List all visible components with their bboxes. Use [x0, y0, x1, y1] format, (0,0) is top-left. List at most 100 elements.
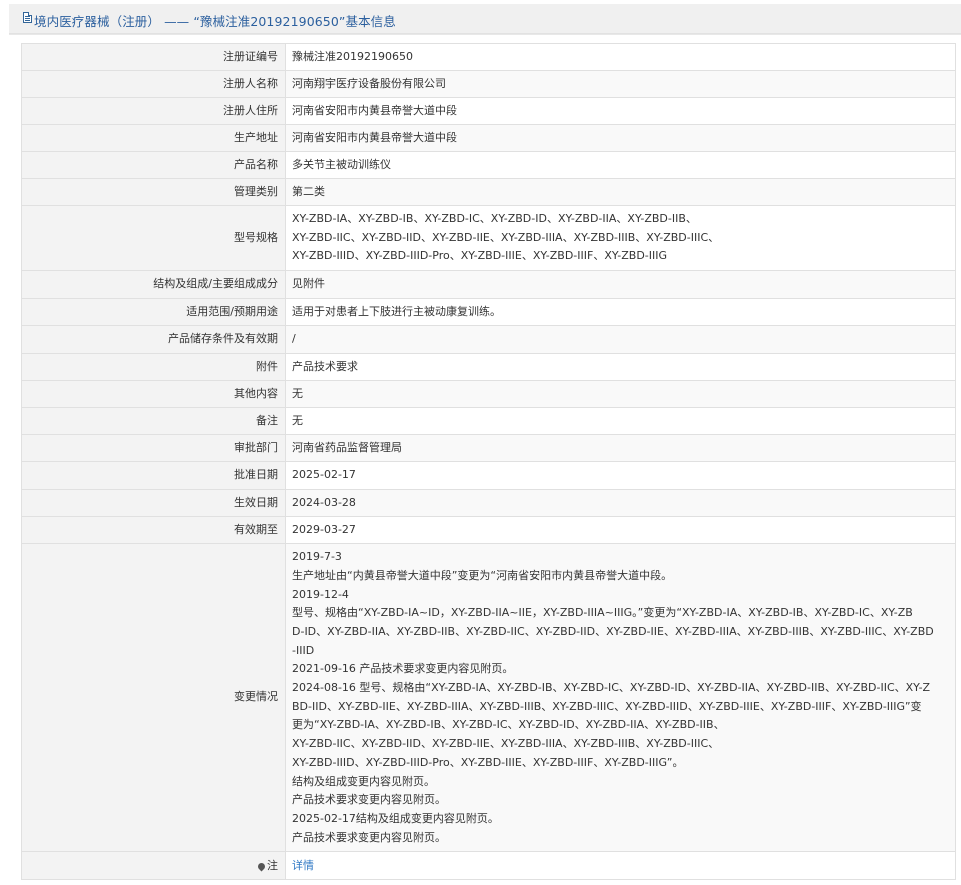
field-label-text: 产品名称 [234, 157, 278, 171]
field-value-text: 河南省药品监督管理局 [292, 440, 402, 454]
field-value: 无 [285, 380, 956, 409]
value-line: 型号、规格由“XY-ZBD-IA~ID，XY-ZBD-IIA~IIE，XY-ZB… [292, 606, 913, 620]
field-label-text: 管理类别 [234, 184, 278, 198]
field-label: 生效日期 [21, 489, 286, 518]
field-value: 多关节主被动训练仪 [285, 151, 956, 179]
table-row: 适用范围/预期用途 适用于对患者上下肢进行主被动康复训练。 [21, 298, 956, 327]
field-label: 审批部门 [21, 434, 286, 463]
field-value-text: / [292, 332, 296, 346]
field-label: 其他内容 [21, 380, 286, 409]
multiline-value: XY-ZBD-IA、XY-ZBD-IB、XY-ZBD-IC、XY-ZBD-ID、… [292, 206, 949, 270]
field-value: XY-ZBD-IA、XY-ZBD-IB、XY-ZBD-IC、XY-ZBD-ID、… [285, 204, 956, 272]
field-label-text: 结构及组成/主要组成成分 [153, 277, 278, 291]
page-title: 境内医疗器械（注册） —— “豫械注准20192190650”基本信息 [34, 14, 396, 29]
field-label-text: 生效日期 [234, 495, 278, 509]
field-label-text: 型号规格 [234, 230, 278, 244]
value-line: XY-ZBD-IIID、XY-ZBD-IIID-Pro、XY-ZBD-IIIE、… [292, 755, 684, 769]
document-icon [23, 12, 32, 23]
field-value-text: 见附件 [292, 277, 325, 291]
table-row: 结构及组成/主要组成成分 见附件 [21, 270, 956, 300]
value-line: 结构及组成变更内容见附页。 [292, 774, 435, 788]
value-line: 更为“XY-ZBD-IA、XY-ZBD-IB、XY-ZBD-IC、XY-ZBD-… [292, 718, 725, 732]
table-row: 审批部门 河南省药品监督管理局 [21, 434, 956, 463]
field-label: 批准日期 [21, 461, 286, 491]
field-label-text: 其他内容 [234, 386, 278, 400]
field-value-text: 河南省安阳市内黄县帝誉大道中段 [292, 130, 457, 144]
field-value: 豫械注准20192190650 [285, 43, 956, 71]
field-label: 注册人住所 [21, 97, 286, 125]
field-label: 管理类别 [21, 178, 286, 206]
field-value: 河南省安阳市内黄县帝誉大道中段 [285, 124, 956, 152]
value-line: 2019-7-3 [292, 550, 342, 564]
value-line: 产品技术要求变更内容见附页。 [292, 793, 446, 807]
field-label-text: 附件 [256, 359, 278, 373]
field-label-text: 产品储存条件及有效期 [168, 332, 278, 346]
field-label-text: 批准日期 [234, 468, 278, 482]
field-value: 河南省药品监督管理局 [285, 434, 956, 463]
field-value: 见附件 [285, 270, 956, 300]
field-label: 生产地址 [21, 124, 286, 152]
value-line: 2025-02-17结构及组成变更内容见附页。 [292, 811, 499, 825]
panel-header: 境内医疗器械（注册） —— “豫械注准20192190650”基本信息 [9, 4, 961, 34]
table-row: 管理类别 第二类 [21, 178, 956, 206]
value-line: 产品技术要求变更内容见附页。 [292, 830, 446, 844]
field-value: 2019-7-3 生产地址由“内黄县帝誉大道中段”变更为“河南省安阳市内黄县帝誉大… [285, 543, 956, 853]
field-label-text: 注册人名称 [223, 76, 278, 90]
field-label: 适用范围/预期用途 [21, 298, 286, 327]
field-value: 详情 [285, 851, 956, 881]
field-label: 变更情况 [21, 543, 286, 853]
value-line: XY-ZBD-IIC、XY-ZBD-IID、XY-ZBD-IIE、XY-ZBD-… [292, 737, 720, 751]
info-table: 注册证编号 豫械注准20192190650 注册人名称 河南翔宇医疗设备股份有限公司注… [21, 43, 956, 881]
table-row: 生效日期 2024-03-28 [21, 489, 956, 518]
field-value-text: 2024-03-28 [292, 495, 356, 509]
value-line: D-ID、XY-ZBD-IIA、XY-ZBD-IIB、XY-ZBD-IIC、XY… [292, 624, 934, 638]
field-label-text: 生产地址 [234, 130, 278, 144]
field-label-text: 注 [267, 858, 278, 872]
multiline-value: 2019-7-3 生产地址由“内黄县帝誉大道中段”变更为“河南省安阳市内黄县帝誉大… [292, 544, 949, 851]
details-link[interactable]: 详情 [292, 859, 314, 872]
table-row: 生产地址 河南省安阳市内黄县帝誉大道中段 [21, 124, 956, 152]
table-row: 备注无 [21, 407, 956, 436]
table-row: 注册人名称 河南翔宇医疗设备股份有限公司 [21, 70, 956, 98]
table-row: 产品名称 多关节主被动训练仪 [21, 151, 956, 179]
table-row: 注册证编号 豫械注准20192190650 [21, 43, 956, 71]
field-value: 2029-03-27 [285, 516, 956, 545]
field-value-text: 豫械注准20192190650 [292, 49, 413, 63]
field-value-text: 2029-03-27 [292, 522, 356, 536]
field-value-text: 无 [292, 386, 303, 400]
field-label: 产品储存条件及有效期 [21, 325, 286, 355]
value-line: 生产地址由“内黄县帝誉大道中段”变更为“河南省安阳市内黄县帝誉大道中段。 [292, 568, 673, 582]
field-value: 河南翔宇医疗设备股份有限公司 [285, 70, 956, 98]
table-row: 注 详情 [21, 851, 956, 881]
value-line: 2021-09-16 产品技术要求变更内容见附页。 [292, 662, 514, 676]
table-row: 有效期至 2029-03-27 [21, 516, 956, 545]
table-row: 批准日期 2025-02-17 [21, 461, 956, 491]
field-label: 型号规格 [21, 204, 286, 272]
field-value-text: 适用于对患者上下肢进行主被动康复训练。 [292, 304, 501, 318]
value-line: XY-ZBD-IA、XY-ZBD-IB、XY-ZBD-IC、XY-ZBD-ID、… [292, 212, 697, 225]
field-label: 注 [21, 851, 286, 881]
value-line: 2019-12-4 [292, 587, 349, 601]
field-value: 2025-02-17 [285, 461, 956, 491]
field-value: 适用于对患者上下肢进行主被动康复训练。 [285, 298, 956, 327]
table-row: 注册人住所 河南省安阳市内黄县帝誉大道中段 [21, 97, 956, 125]
field-value: 产品技术要求 [285, 353, 956, 382]
field-value-text: 河南省安阳市内黄县帝誉大道中段 [292, 103, 457, 117]
value-line: -IIID [292, 643, 315, 657]
field-value: 河南省安阳市内黄县帝誉大道中段 [285, 97, 956, 125]
field-value-text: 河南翔宇医疗设备股份有限公司 [292, 76, 446, 90]
field-label: 有效期至 [21, 516, 286, 545]
field-label: 备注 [21, 407, 286, 436]
field-value-text: 无 [292, 413, 303, 427]
field-value-text: 2025-02-17 [292, 468, 356, 482]
table-row: 产品储存条件及有效期 / [21, 325, 956, 355]
field-value-text: 多关节主被动训练仪 [292, 157, 391, 171]
field-value: / [285, 325, 956, 355]
field-value: 2024-03-28 [285, 489, 956, 518]
field-label-text: 有效期至 [234, 522, 278, 536]
table-row: 变更情况 2019-7-3 生产地址由“内黄县帝誉大道中段”变更为“河南省安阳市内黄… [21, 543, 956, 853]
field-label: 附件 [21, 353, 286, 382]
field-value: 无 [285, 407, 956, 436]
value-line: BD-IID、XY-ZBD-IIE、XY-ZBD-IIIA、XY-ZBD-III… [292, 699, 922, 713]
value-line: XY-ZBD-IIC、XY-ZBD-IID、XY-ZBD-IIE、XY-ZBD-… [292, 230, 720, 244]
